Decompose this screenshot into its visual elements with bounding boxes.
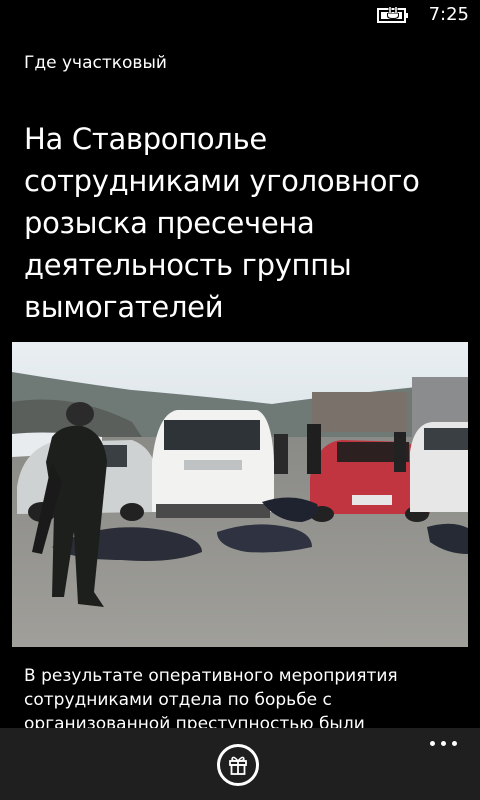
dot <box>441 741 446 746</box>
dot <box>430 741 435 746</box>
status-bar: 7:25 <box>0 0 480 32</box>
article-photo[interactable] <box>12 342 468 647</box>
article-body: В результате оперативного мероприятия со… <box>24 666 398 734</box>
gift-button[interactable] <box>217 744 259 786</box>
battery-charging-icon <box>377 7 408 23</box>
app-bar <box>0 728 480 800</box>
article-title: На Ставрополье сотрудниками уголовного р… <box>24 122 420 324</box>
clock: 7:25 <box>428 4 469 25</box>
gift-icon <box>229 756 247 775</box>
dot <box>452 741 457 746</box>
ellipsis-icon[interactable] <box>430 736 460 750</box>
app-title: Где участковый <box>24 53 167 73</box>
